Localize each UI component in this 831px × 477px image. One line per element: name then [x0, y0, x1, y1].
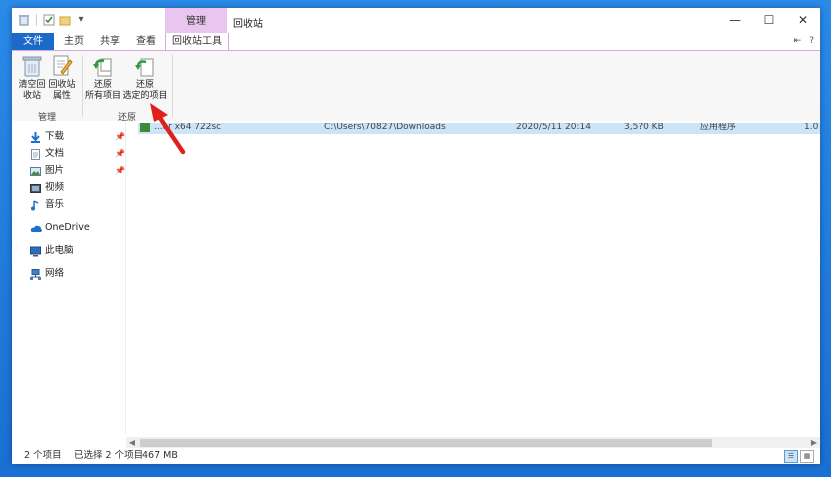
annotation-arrow — [150, 103, 186, 155]
